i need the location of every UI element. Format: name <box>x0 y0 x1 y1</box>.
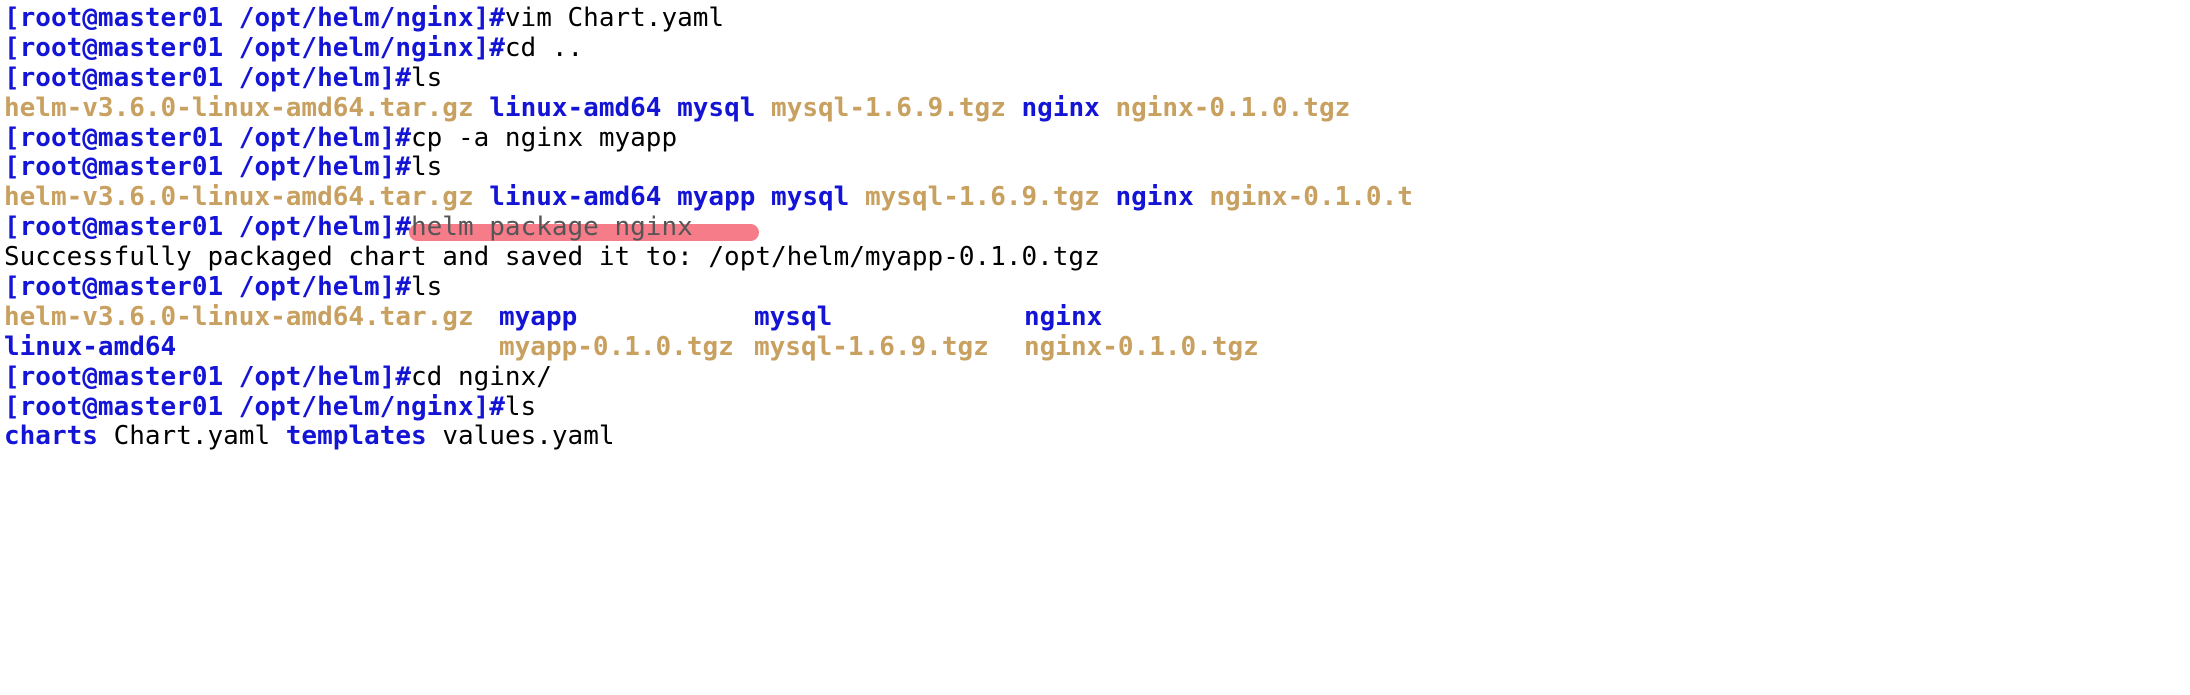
dir-linux-amd64: linux-amd64 <box>489 93 661 123</box>
terminal-line: [root@master01 /opt/helm]#helm package n… <box>4 213 2186 243</box>
dir-nginx: nginx <box>1115 182 1193 212</box>
terminal-line: [root@master01 /opt/helm]#ls <box>4 273 2186 303</box>
file-nginx-tgz: nginx-0.1.0.tgz <box>1115 93 1350 123</box>
terminal-line: [root@master01 /opt/helm]#ls <box>4 153 2186 183</box>
prompt: [root@master01 /opt/helm]# <box>4 63 411 93</box>
command-cd-nginx: cd nginx/ <box>411 362 552 392</box>
output-message: Successfully packaged chart and saved it… <box>4 243 2186 273</box>
terminal-line: [root@master01 /opt/helm]#ls <box>4 64 2186 94</box>
ls-output: helm-v3.6.0-linux-amd64.tar.gz linux-amd… <box>4 94 2186 124</box>
success-message: Successfully packaged chart and saved it… <box>4 242 1100 272</box>
file-tarball: helm-v3.6.0-linux-amd64.tar.gz <box>4 93 474 123</box>
command-helm-package: helm package nginx <box>411 212 693 242</box>
file-chart-yaml: Chart.yaml <box>114 421 271 451</box>
prompt: [root@master01 /opt/helm/nginx]# <box>4 392 505 422</box>
file-values-yaml: values.yaml <box>442 421 614 451</box>
ls-output-row: helm-v3.6.0-linux-amd64.tar.gzmyappmysql… <box>4 303 2186 333</box>
dir-charts: charts <box>4 421 98 451</box>
command-vim: vim Chart.yaml <box>505 3 724 33</box>
prompt: [root@master01 /opt/helm/nginx]# <box>4 33 505 63</box>
dir-myapp: myapp <box>677 182 755 212</box>
file-mysql-tgz: mysql-1.6.9.tgz <box>865 182 1100 212</box>
dir-linux-amd64: linux-amd64 <box>4 333 499 363</box>
dir-linux-amd64: linux-amd64 <box>489 182 661 212</box>
prompt: [root@master01 /opt/helm]# <box>4 212 411 242</box>
command-cp: cp -a nginx myapp <box>411 123 677 153</box>
terminal-line: [root@master01 /opt/helm]#cd nginx/ <box>4 363 2186 393</box>
command-ls: ls <box>411 152 442 182</box>
ls-output: helm-v3.6.0-linux-amd64.tar.gz linux-amd… <box>4 183 2186 213</box>
file-nginx-tgz: nginx-0.1.0.tgz <box>1024 332 1259 362</box>
dir-mysql: mysql <box>754 303 1024 333</box>
terminal-line: [root@master01 /opt/helm/nginx]#ls <box>4 393 2186 423</box>
prompt: [root@master01 /opt/helm]# <box>4 272 411 302</box>
dir-nginx: nginx <box>1022 93 1100 123</box>
dir-templates: templates <box>286 421 427 451</box>
file-mysql-tgz: mysql-1.6.9.tgz <box>771 93 1006 123</box>
file-mysql-tgz: mysql-1.6.9.tgz <box>754 333 1024 363</box>
ls-output-row: linux-amd64myapp-0.1.0.tgzmysql-1.6.9.tg… <box>4 333 2186 363</box>
dir-mysql: mysql <box>771 182 849 212</box>
file-nginx-tgz-trunc: nginx-0.1.0.t <box>1209 182 1413 212</box>
prompt: [root@master01 /opt/helm]# <box>4 152 411 182</box>
command-cd: cd .. <box>505 33 583 63</box>
command-ls: ls <box>411 272 442 302</box>
terminal-line: [root@master01 /opt/helm/nginx]#cd .. <box>4 34 2186 64</box>
prompt: [root@master01 /opt/helm]# <box>4 123 411 153</box>
terminal-line: [root@master01 /opt/helm]#cp -a nginx my… <box>4 124 2186 154</box>
file-myapp-tgz: myapp-0.1.0.tgz <box>499 333 754 363</box>
dir-nginx: nginx <box>1024 302 1102 332</box>
dir-myapp: myapp <box>499 303 754 333</box>
file-tarball: helm-v3.6.0-linux-amd64.tar.gz <box>4 182 474 212</box>
command-ls: ls <box>505 392 536 422</box>
prompt: [root@master01 /opt/helm/nginx]# <box>4 3 505 33</box>
terminal-line: [root@master01 /opt/helm/nginx]#vim Char… <box>4 4 2186 34</box>
dir-mysql: mysql <box>677 93 755 123</box>
command-ls: ls <box>411 63 442 93</box>
prompt: [root@master01 /opt/helm]# <box>4 362 411 392</box>
file-tarball: helm-v3.6.0-linux-amd64.tar.gz <box>4 303 499 333</box>
ls-output: charts Chart.yaml templates values.yaml <box>4 422 2186 452</box>
